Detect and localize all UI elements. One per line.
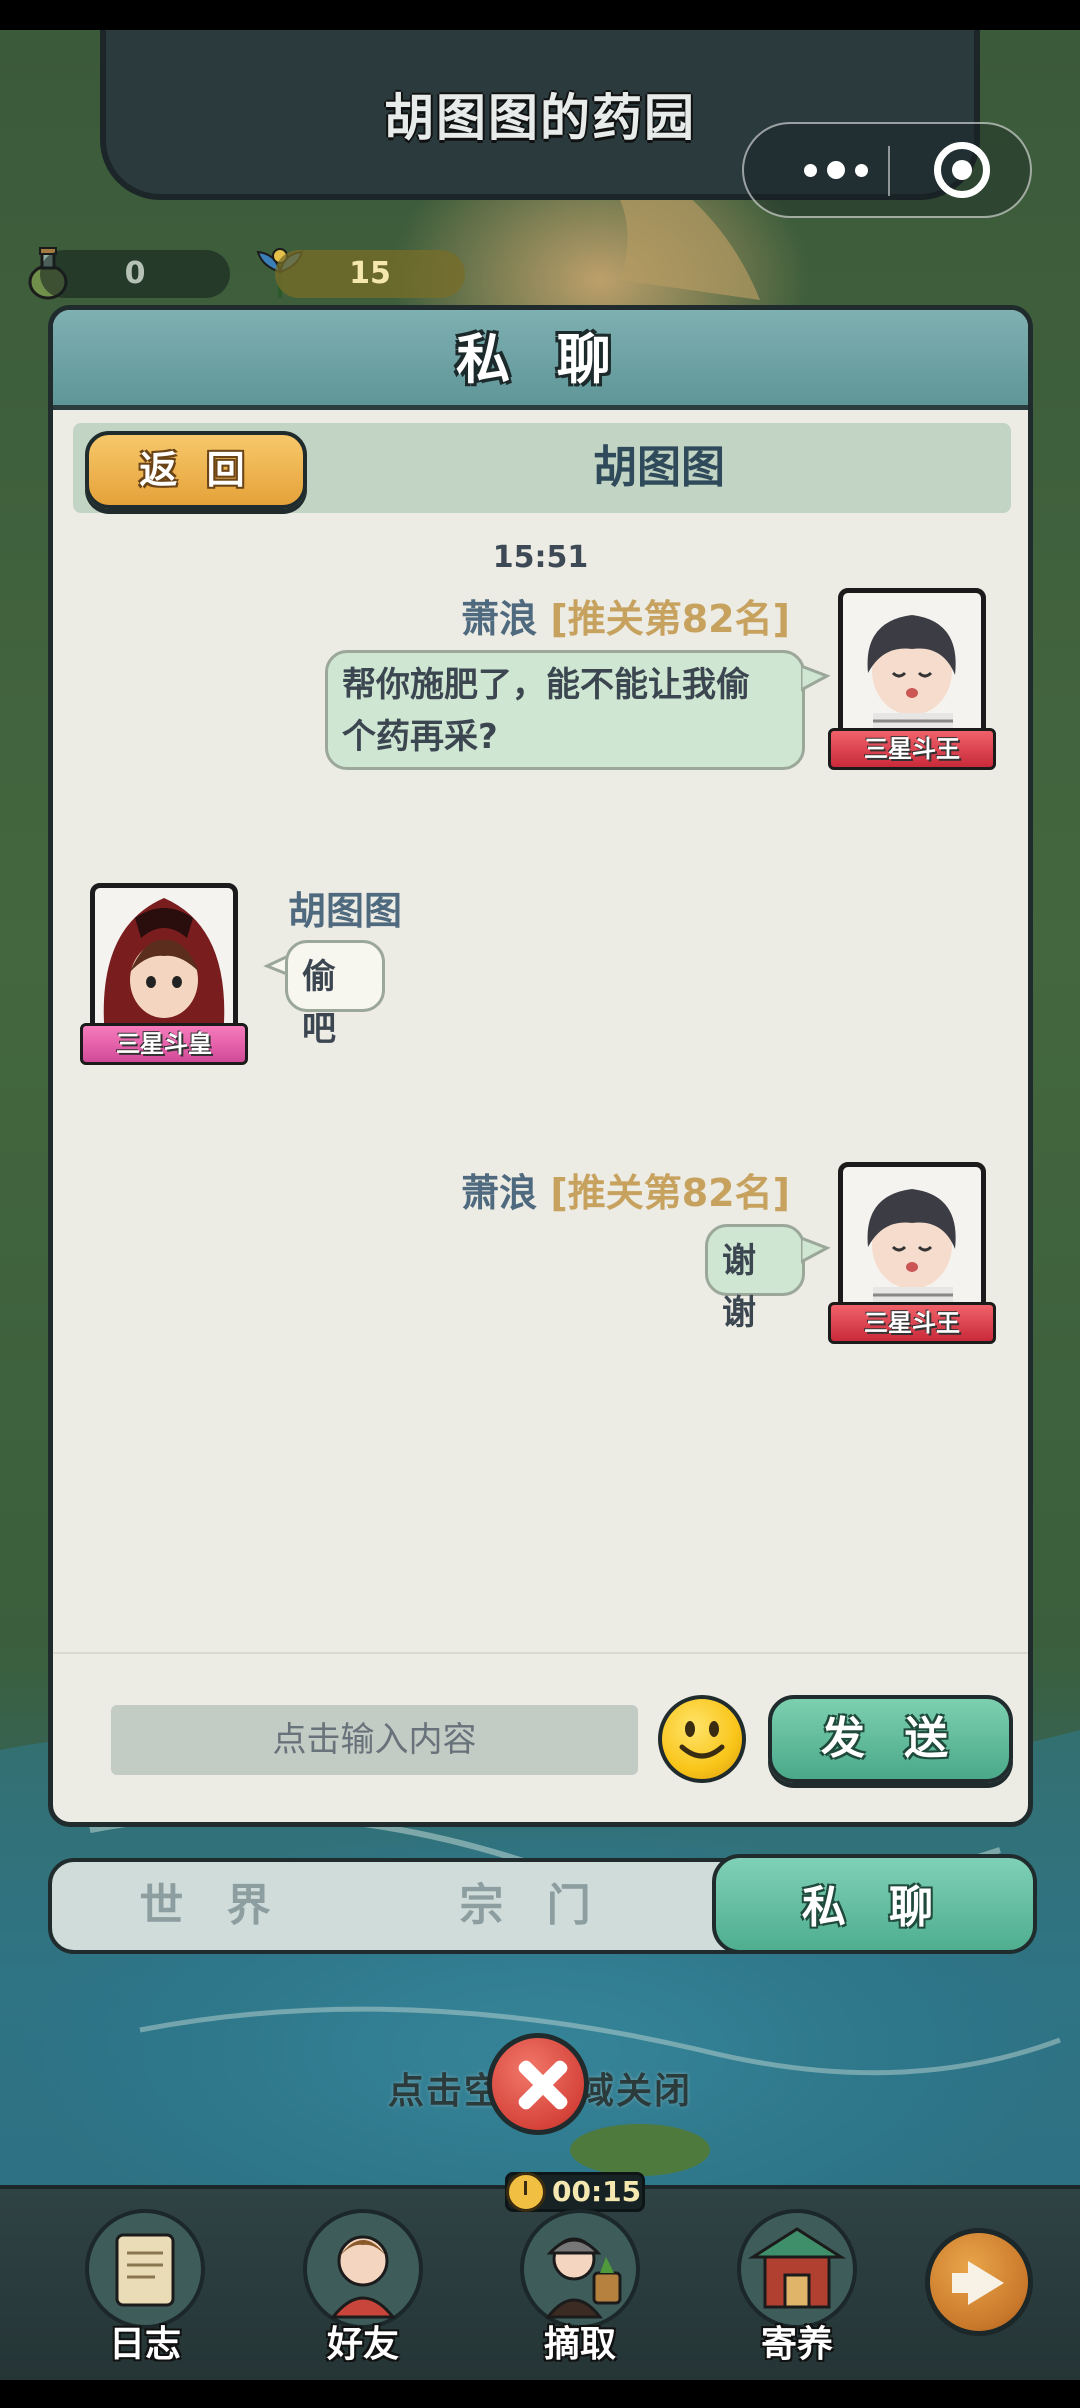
nav-friends[interactable]: 好友 — [288, 2205, 438, 2375]
emoji-button[interactable] — [658, 1695, 746, 1783]
boy-avatar-icon — [867, 1189, 956, 1317]
herb-count: 15 — [349, 256, 391, 291]
message-text: 谢谢 — [722, 1241, 756, 1333]
rank-badge: 三星斗皇 — [80, 1023, 248, 1065]
bubble-tail — [801, 1236, 831, 1264]
scroll-icon — [85, 2209, 205, 2329]
timer-value: 00:15 — [552, 2175, 642, 2208]
nav-label: 日志 — [108, 2324, 181, 2365]
boy-avatar-icon — [867, 615, 956, 743]
avatar-frame — [90, 883, 238, 1043]
next-arrow-button[interactable] — [925, 2228, 1033, 2336]
close-button[interactable] — [487, 2033, 589, 2135]
back-button[interactable]: 返 回 — [85, 431, 307, 509]
potion-counter: 0 — [40, 250, 230, 298]
composer-divider — [53, 1652, 1028, 1654]
sender-nickname: 胡图图 — [288, 889, 403, 933]
avatar-frame — [838, 588, 986, 748]
nav-log[interactable]: 日志 — [70, 2205, 220, 2375]
message-bubble[interactable]: 谢谢 — [705, 1224, 805, 1333]
bubble-tail — [801, 664, 831, 692]
friend-icon — [303, 2209, 423, 2329]
sender-nickname: 萧浪 — [461, 1171, 538, 1215]
sender-rank: [推关第82名] — [550, 597, 790, 641]
chat-channel-tabs: 世 界 宗 门 私 聊 — [48, 1854, 1037, 1954]
tab-sect[interactable]: 宗 门 — [372, 1862, 692, 1950]
pick-graphic — [544, 2237, 622, 2319]
nav-label: 摘取 — [543, 2324, 616, 2365]
message-bubble[interactable]: 偷吧 — [285, 940, 385, 1049]
panel-header: 私 聊 — [53, 310, 1028, 410]
avatar-frame — [838, 1162, 986, 1322]
message-text: 偷吧 — [302, 957, 336, 1049]
status-bar — [0, 0, 1080, 30]
sender-nickname: 萧浪 — [461, 597, 538, 641]
rank-badge: 三星斗王 — [828, 728, 996, 770]
mini-program-capsule — [742, 122, 1032, 218]
chat-partner-bar: 返 回 胡图图 — [73, 423, 1011, 513]
message-bubble[interactable]: 帮你施肥了，能不能让我偷 个药再采? — [325, 650, 805, 770]
capsule-divider — [888, 146, 890, 196]
avatar-partner[interactable]: 三星斗皇 — [80, 883, 248, 1065]
avatar-self[interactable]: 三星斗王 — [828, 588, 996, 770]
more-icon[interactable] — [784, 124, 888, 216]
tab-private-chat[interactable]: 私 聊 — [712, 1854, 1037, 1954]
nav-label: 好友 — [326, 2324, 399, 2365]
pick-icon — [520, 2209, 640, 2329]
pavilion-icon — [737, 2209, 857, 2329]
potion-count: 0 — [124, 256, 146, 291]
herb-counter: 15 — [275, 250, 465, 298]
message-input[interactable]: 点击输入内容 — [111, 1705, 638, 1775]
hooded-avatar-icon — [103, 898, 225, 1038]
smiley-icon — [679, 1721, 725, 1759]
message-timestamp: 15:51 — [492, 540, 589, 575]
sender-name: 萧浪 [推关第82名] — [461, 588, 790, 643]
chat-partner-name: 胡图图 — [593, 442, 725, 493]
private-chat-panel: 私 聊 返 回 胡图图 15:51 萧浪 [推关第82名] 帮你施肥了，能不能让… — [48, 305, 1033, 1827]
pavilion-graphic — [747, 2227, 847, 2309]
tab-world[interactable]: 世 界 — [52, 1862, 372, 1950]
nav-label: 寄养 — [760, 2324, 833, 2365]
nav-foster[interactable]: 寄养 — [722, 2205, 872, 2375]
message-text-line: 个药再采? — [342, 717, 498, 757]
nav-pick[interactable]: 摘取 — [505, 2205, 655, 2375]
send-button[interactable]: 发 送 — [768, 1695, 1013, 1783]
sender-rank: [推关第82名] — [550, 1171, 790, 1215]
friend-graphic — [329, 2235, 397, 2319]
sender-name: 萧浪 [推关第82名] — [461, 1162, 790, 1217]
message-text-line: 帮你施肥了，能不能让我偷 — [342, 665, 750, 705]
rank-badge: 三星斗王 — [828, 1302, 996, 1344]
avatar-self[interactable]: 三星斗王 — [828, 1162, 996, 1344]
exit-miniprogram-icon[interactable] — [934, 142, 990, 198]
system-nav-area — [0, 2380, 1080, 2408]
scroll-graphic — [115, 2233, 175, 2307]
panel-title: 私 聊 — [456, 328, 625, 391]
